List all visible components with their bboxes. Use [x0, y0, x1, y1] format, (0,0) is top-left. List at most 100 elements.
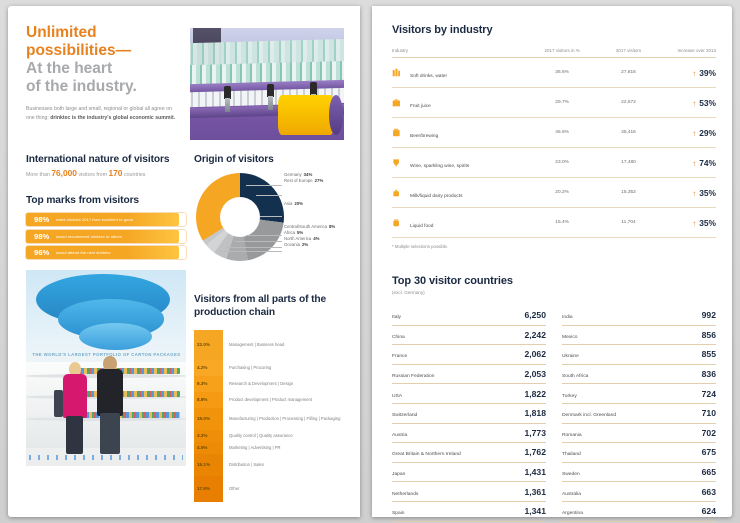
country-row: Denmark incl. Greenland 710	[562, 404, 716, 424]
legend-label: North America	[284, 235, 312, 241]
country-row: Switzerland 1,818	[392, 404, 546, 424]
table-row: Milk/liquid dairy products 20.2% 15,352 ↑ 35…	[392, 177, 716, 208]
legend-item: Rest of Europe 27%	[284, 177, 354, 184]
legend-item: Asia 20%	[284, 201, 354, 207]
country-value: 1,773	[524, 427, 546, 438]
country-value: 2,053	[524, 369, 546, 380]
country-name: Great Britain & Northern Ireland	[392, 452, 461, 458]
country-row: India 992	[562, 306, 716, 326]
country-value: 624	[701, 506, 716, 517]
country-name: India	[562, 315, 573, 321]
milk-icon	[392, 184, 401, 201]
country-value: 836	[701, 369, 716, 380]
country-row: Mexico 856	[562, 326, 716, 346]
chain-row: 4.2% Purchasing | Procuring	[194, 359, 354, 376]
industry-visitors: 35,416	[596, 117, 661, 148]
country-row: Japan 1,431	[392, 463, 546, 483]
industry-visitors: 27,816	[596, 57, 661, 88]
country-name: USA	[392, 393, 403, 399]
legend-item: Oceania 2%	[284, 242, 354, 248]
industry-title: Visitors by industry	[392, 24, 493, 36]
industry-percent: 36.6%	[528, 57, 597, 88]
chain-label: Manufacturing | Production | Processing …	[229, 416, 341, 421]
chain-label: Research & Development | Design	[229, 381, 294, 386]
intl-prefix: More than	[26, 172, 50, 178]
industry-increase: ↑ 29%	[660, 117, 716, 148]
chain-label: Product development | Product management	[229, 397, 313, 402]
bar-label: would attend the next drinktec	[56, 250, 111, 255]
country-row: Ukraine 855	[562, 345, 716, 365]
intl-suffix: countries	[123, 172, 146, 178]
chain-percent: 3.2%	[194, 429, 223, 442]
country-value: 856	[701, 329, 716, 340]
countries-lists: Italy 6,250 China 2,242 France 2,062 Russian F…	[392, 306, 716, 523]
country-row: Sweden 665	[562, 463, 716, 483]
country-row: Romania 702	[562, 424, 716, 444]
col-visitors: 2017 visitors	[596, 48, 661, 58]
up-arrow-icon: ↑	[692, 158, 697, 168]
industry-increase: ↑ 35%	[660, 207, 716, 238]
legend-label: Rest of Europe	[284, 177, 313, 183]
country-name: Ukraine	[562, 354, 579, 360]
bottle-icon	[392, 64, 401, 81]
chain-row: 4.5% Marketing | Advertising | PR	[194, 441, 354, 454]
keg-icon	[392, 124, 401, 141]
industry-percent: 46.6%	[528, 117, 597, 148]
country-row: Thailand 675	[562, 443, 716, 463]
table-row: Liquid food 15.4% 11,704 ↑ 35%	[392, 207, 716, 238]
legend-value: 4%	[313, 235, 320, 241]
donut-legend: Germany 34% Rest of Europe 27% Asia 20% Cen…	[284, 171, 354, 249]
origin-donut-chart: Germany 34% Rest of Europe 27% Asia 20% Cen…	[194, 171, 354, 276]
industry-table-header: Industry 2017 visitors in % 2017 visitor…	[392, 48, 716, 58]
chain-title: Visitors from all parts of the productio…	[194, 294, 354, 320]
country-row: South Africa 836	[562, 365, 716, 385]
hero-line-4: of the industry.	[26, 77, 137, 95]
chain-percent: 15.1%	[194, 453, 223, 476]
hero-headline: Unlimited possibilities— At the heart of…	[26, 24, 182, 96]
country-name: Spain	[392, 511, 405, 517]
table-row: Wine, sparkling wine, spirits 23.0% 17,480…	[392, 147, 716, 178]
industry-footnote: * Multiple selections possible.	[392, 244, 449, 249]
hero-line-3: At the heart	[26, 59, 113, 77]
chain-row: 3.2% Quality control | Quality assurance	[194, 429, 354, 442]
country-name: France	[392, 354, 408, 360]
hero-lead-bold: drinktec is the industry's global econom…	[50, 114, 176, 121]
industry-name: Wine, sparkling wine, spirits	[410, 163, 470, 169]
international-subtitle: More than 76,000 visitors from 170 count…	[26, 168, 186, 178]
chain-label: Other	[229, 486, 240, 491]
country-row: Turkey 724	[562, 384, 716, 404]
origin-title: Origin of visitors	[194, 154, 274, 165]
legend-label: Africa	[284, 229, 295, 235]
visitor-figure	[53, 362, 88, 455]
country-name: Argentina	[562, 511, 583, 517]
industry-percent: 20.2%	[528, 177, 597, 208]
country-row: China 2,242	[392, 326, 546, 346]
left-page: Unlimited possibilities— At the heart of…	[8, 6, 360, 517]
country-value: 675	[701, 447, 716, 458]
intl-middle: visitors from	[78, 172, 107, 178]
country-value: 6,250	[524, 310, 546, 321]
wine-icon	[392, 154, 401, 171]
countries-subtitle: (excl. Germany)	[392, 290, 425, 295]
hero-line-2: possibilities—	[26, 41, 132, 59]
country-name: Denmark incl. Greenland	[562, 413, 617, 419]
legend-item: North America 4%	[284, 235, 354, 242]
country-row: Russian Federation 2,053	[392, 365, 546, 385]
chain-row: 9.3% Research & Development | Design	[194, 375, 354, 392]
country-value: 855	[701, 349, 716, 360]
legend-value: 5%	[296, 229, 304, 235]
top-mark-bar: 98% would recommend drinktec to others	[26, 229, 186, 243]
country-name: Romania	[562, 432, 582, 438]
chain-percent: 17.9%	[194, 475, 223, 502]
chain-label: Quality control | Quality assurance	[229, 433, 293, 438]
trade-fair-photo: THE WORLD'S LARGEST PORTFOLIO OF CARTON …	[26, 270, 186, 466]
country-name: China	[392, 334, 405, 340]
country-name: Switzerland	[392, 413, 418, 419]
top-mark-bar: 98% rated drinktec 2017 from excellent t…	[26, 213, 186, 226]
country-value: 724	[701, 388, 716, 399]
chain-label: Management | Business head	[229, 342, 285, 347]
countries-right-column: India 992 Mexico 856 Ukraine 855 South Africa 8…	[562, 306, 716, 523]
country-name: Netherlands	[392, 491, 419, 497]
country-row: Spain 1,341	[392, 502, 546, 522]
chain-percent: 4.2%	[194, 359, 223, 376]
